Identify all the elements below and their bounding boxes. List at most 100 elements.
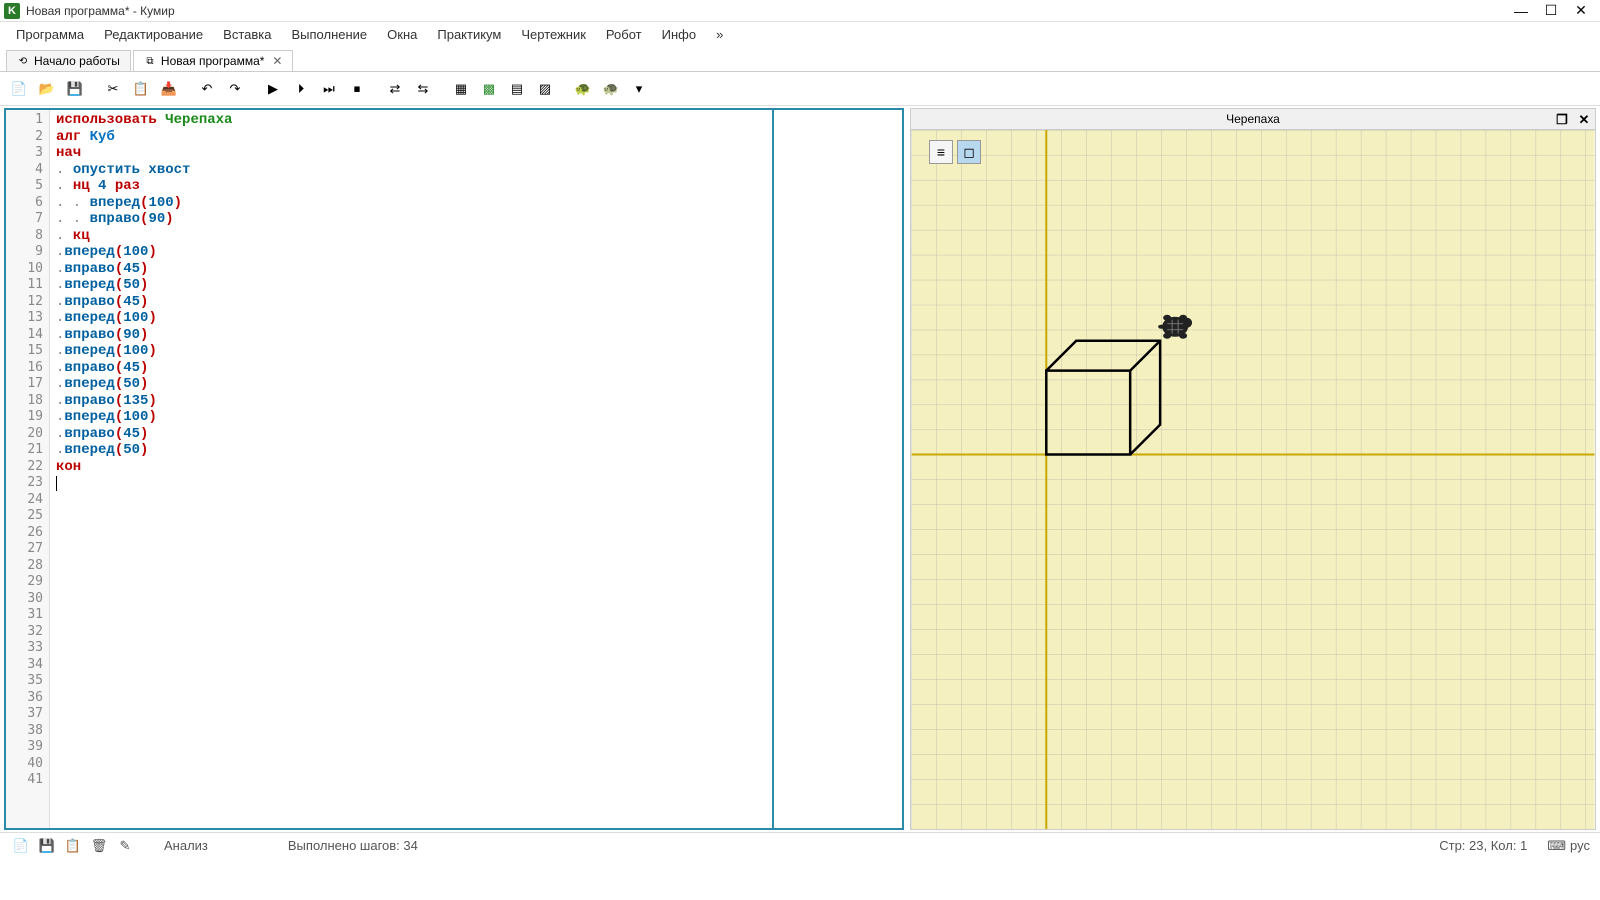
turtle-close-button[interactable]: ✕: [1575, 111, 1593, 129]
toolbar: 📄📂💾✂📋📥↶↷▶⏵⏭⏹⇄⇆▦▩▤▨🐢🐢▾: [0, 72, 1600, 106]
copy-icon[interactable]: 📋: [128, 76, 154, 102]
code-line[interactable]: . кц: [56, 228, 766, 245]
status-btn-5[interactable]: ✎: [114, 836, 136, 856]
menu-item-9[interactable]: »: [706, 25, 733, 44]
status-language[interactable]: рус: [1570, 838, 1590, 853]
line-number: 39: [8, 739, 43, 756]
menu-item-5[interactable]: Практикум: [427, 25, 511, 44]
line-number: 6: [8, 195, 43, 212]
menu-item-3[interactable]: Выполнение: [281, 25, 377, 44]
line-number: 14: [8, 327, 43, 344]
tab-0[interactable]: ⟲Начало работы: [6, 50, 131, 71]
menu-item-1[interactable]: Редактирование: [94, 25, 213, 44]
editor-side-column: [772, 110, 902, 828]
step-icon[interactable]: ⏵: [288, 76, 314, 102]
step-over-icon[interactable]: ⏭: [316, 76, 342, 102]
line-number: 2: [8, 129, 43, 146]
more-icon[interactable]: ▾: [626, 76, 652, 102]
code-line[interactable]: .вперед(50): [56, 277, 766, 294]
grid4-icon[interactable]: ▨: [532, 76, 558, 102]
redo-icon[interactable]: ↷: [222, 76, 248, 102]
code-line[interactable]: .вправо(45): [56, 294, 766, 311]
status-btn-2[interactable]: 💾: [36, 836, 58, 856]
undo-icon[interactable]: ↶: [194, 76, 220, 102]
main-area: 1234567891011121314151617181920212223242…: [0, 106, 1600, 832]
status-keyboard-icon: ⌨: [1547, 838, 1566, 854]
code-line[interactable]: .вперед(50): [56, 442, 766, 459]
toggle-a-icon[interactable]: ⇄: [382, 76, 408, 102]
line-number: 24: [8, 492, 43, 509]
grid2-icon[interactable]: ▩: [476, 76, 502, 102]
code-editor[interactable]: использовать Черепахаалг Кубнач. опустит…: [50, 110, 772, 828]
turtle-dark-icon[interactable]: 🐢: [598, 76, 624, 102]
grid3-icon[interactable]: ▤: [504, 76, 530, 102]
menu-item-4[interactable]: Окна: [377, 25, 427, 44]
tab-close-icon[interactable]: ✕: [272, 54, 282, 68]
code-line[interactable]: кон: [56, 459, 766, 476]
code-line[interactable]: .вперед(100): [56, 343, 766, 360]
menu-item-6[interactable]: Чертежник: [511, 25, 596, 44]
tab-icon: ⧉: [144, 55, 156, 67]
line-number: 12: [8, 294, 43, 311]
line-number: 7: [8, 211, 43, 228]
line-number: 30: [8, 591, 43, 608]
line-number: 8: [8, 228, 43, 245]
code-line[interactable]: .вперед(100): [56, 244, 766, 261]
turtle-color-button[interactable]: ◻: [957, 140, 981, 164]
code-line[interactable]: [56, 475, 766, 492]
code-line[interactable]: алг Куб: [56, 129, 766, 146]
menu-item-7[interactable]: Робот: [596, 25, 652, 44]
tab-1[interactable]: ⧉ Новая программа* ✕: [133, 50, 294, 71]
toggle-b-icon[interactable]: ⇆: [410, 76, 436, 102]
menu-bar: ПрограммаРедактированиеВставкаВыполнение…: [0, 22, 1600, 46]
paste-icon[interactable]: 📥: [156, 76, 182, 102]
turtle-canvas[interactable]: ≡ ◻: [910, 130, 1596, 830]
tab-label: Новая программа*: [161, 54, 265, 68]
turtle-green-icon[interactable]: 🐢: [570, 76, 596, 102]
menu-item-2[interactable]: Вставка: [213, 25, 281, 44]
status-btn-1[interactable]: 📄: [10, 836, 32, 856]
status-btn-4[interactable]: 🗑: [88, 836, 110, 856]
menu-item-0[interactable]: Программа: [6, 25, 94, 44]
code-line[interactable]: .вперед(100): [56, 409, 766, 426]
status-btn-3[interactable]: 📋: [62, 836, 84, 856]
code-line[interactable]: .вперед(100): [56, 310, 766, 327]
app-icon: K: [4, 3, 20, 19]
title-bar: K Новая программа* - Кумир — ☐ ✕: [0, 0, 1600, 22]
code-line[interactable]: .вперед(50): [56, 376, 766, 393]
line-number: 15: [8, 343, 43, 360]
new-file-icon[interactable]: 📄: [6, 76, 32, 102]
code-line[interactable]: . . вправо(90): [56, 211, 766, 228]
minimize-button[interactable]: —: [1506, 1, 1536, 21]
line-number: 4: [8, 162, 43, 179]
grid1-icon[interactable]: ▦: [448, 76, 474, 102]
code-line[interactable]: .вправо(45): [56, 426, 766, 443]
line-number: 29: [8, 574, 43, 591]
line-number: 21: [8, 442, 43, 459]
code-line[interactable]: . нц 4 раз: [56, 178, 766, 195]
save-icon[interactable]: 💾: [62, 76, 88, 102]
line-number: 9: [8, 244, 43, 261]
line-number: 37: [8, 706, 43, 723]
line-number: 28: [8, 558, 43, 575]
open-file-icon[interactable]: 📂: [34, 76, 60, 102]
run-icon[interactable]: ▶: [260, 76, 286, 102]
code-line[interactable]: нач: [56, 145, 766, 162]
close-button[interactable]: ✕: [1566, 1, 1596, 21]
tab-icon: ⟲: [17, 55, 29, 67]
turtle-svg: [911, 130, 1595, 829]
code-line[interactable]: использовать Черепаха: [56, 112, 766, 129]
turtle-maximize-button[interactable]: ❐: [1553, 111, 1571, 129]
maximize-button[interactable]: ☐: [1536, 1, 1566, 21]
stop-icon[interactable]: ⏹: [344, 76, 370, 102]
code-line[interactable]: .вправо(45): [56, 360, 766, 377]
menu-item-8[interactable]: Инфо: [652, 25, 706, 44]
code-line[interactable]: .вправо(135): [56, 393, 766, 410]
code-line[interactable]: . . вперед(100): [56, 195, 766, 212]
cut-icon[interactable]: ✂: [100, 76, 126, 102]
turtle-menu-button[interactable]: ≡: [929, 140, 953, 164]
code-line[interactable]: .вправо(45): [56, 261, 766, 278]
code-line[interactable]: .вправо(90): [56, 327, 766, 344]
code-line[interactable]: . опустить хвост: [56, 162, 766, 179]
line-number: 16: [8, 360, 43, 377]
